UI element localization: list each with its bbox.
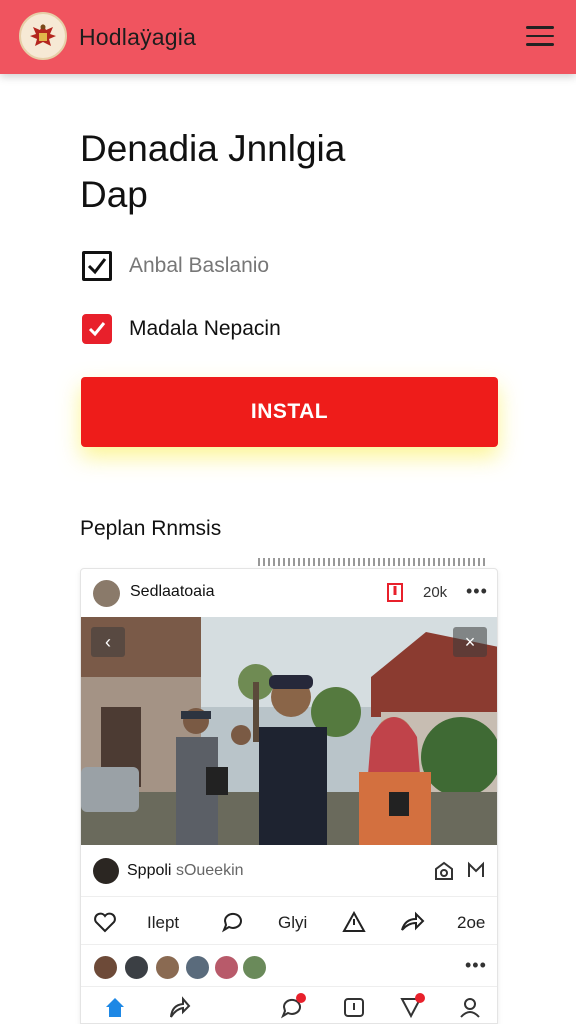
section-title: Peplan Rnmsis bbox=[80, 517, 222, 540]
post-author[interactable]: Sedlaatoaia bbox=[130, 583, 215, 601]
like-label[interactable]: Ilept bbox=[147, 913, 179, 933]
heart-icon[interactable] bbox=[93, 911, 117, 938]
comment-icon[interactable] bbox=[221, 911, 245, 938]
page-title: Denadia Jnnlgia Dap bbox=[80, 126, 500, 218]
post-card: Sedlaatoaia 20k ••• ‹ × Sppoli sOueekin … bbox=[80, 568, 498, 1024]
avatar[interactable] bbox=[155, 955, 180, 980]
action-row: Ilept Glyi 2oe bbox=[81, 899, 497, 945]
sticker-icon[interactable] bbox=[433, 860, 455, 887]
profile-icon[interactable] bbox=[458, 995, 482, 1023]
checkbox-checked-icon[interactable] bbox=[82, 251, 112, 281]
bottom-nav bbox=[81, 989, 497, 1023]
send-icon[interactable] bbox=[399, 993, 425, 1023]
close-icon[interactable]: × bbox=[453, 627, 487, 657]
home-icon[interactable] bbox=[103, 995, 127, 1023]
post-header: Sedlaatoaia 20k ••• bbox=[81, 569, 497, 617]
comment-row: Sppoli sOueekin bbox=[81, 845, 497, 897]
option-label-2: Madala Nepacin bbox=[129, 317, 281, 340]
commenter-name: Sppoli sOueekin bbox=[127, 862, 244, 880]
bookmark-icon[interactable] bbox=[386, 583, 404, 608]
commenter-sub: sOueekin bbox=[175, 862, 244, 879]
alert-icon[interactable] bbox=[342, 995, 366, 1023]
avatar[interactable] bbox=[124, 955, 149, 980]
avatar[interactable] bbox=[185, 955, 210, 980]
avatar[interactable] bbox=[242, 955, 267, 980]
page-title-line-2: Dap bbox=[80, 174, 148, 215]
previous-arrow-icon[interactable]: ‹ bbox=[91, 627, 125, 657]
option-checkbox-2[interactable]: Madala Nepacin bbox=[82, 314, 281, 344]
avatar[interactable] bbox=[93, 858, 119, 884]
garuda-emblem-icon bbox=[19, 12, 67, 60]
share-count: 2oe bbox=[457, 913, 486, 932]
checkbox-checked-icon[interactable] bbox=[82, 314, 112, 344]
more-options-icon[interactable]: ••• bbox=[465, 955, 487, 976]
avatar[interactable] bbox=[93, 955, 118, 980]
reactions-row: ••• bbox=[81, 947, 497, 987]
app-name: Hodlaÿagia bbox=[79, 24, 197, 50]
view-count: 20k bbox=[423, 584, 448, 601]
option-label-1: Anbal Baslanio bbox=[129, 254, 270, 277]
notification-badge bbox=[296, 993, 306, 1003]
more-options-icon[interactable]: ••• bbox=[466, 581, 488, 602]
divider bbox=[258, 558, 486, 566]
top-app-bar: Hodlaÿagia bbox=[0, 0, 576, 74]
install-button[interactable]: INSTAL bbox=[81, 377, 498, 447]
chat-icon[interactable] bbox=[280, 993, 306, 1023]
avatar[interactable] bbox=[214, 955, 239, 980]
mail-icon[interactable] bbox=[466, 860, 486, 885]
avatar[interactable] bbox=[93, 580, 120, 607]
notification-badge bbox=[415, 993, 425, 1003]
share-label[interactable]: Glyi bbox=[278, 913, 307, 933]
hamburger-menu-icon[interactable] bbox=[526, 26, 554, 48]
share-arrow-icon[interactable] bbox=[399, 911, 425, 938]
option-checkbox-1[interactable]: Anbal Baslanio bbox=[82, 251, 269, 281]
forward-arrow-icon[interactable] bbox=[167, 995, 191, 1023]
page-title-line-1: Denadia Jnnlgia bbox=[80, 128, 346, 169]
post-photo[interactable]: ‹ × bbox=[81, 617, 497, 845]
commenter-name-text: Sppoli bbox=[127, 862, 172, 879]
warning-icon[interactable] bbox=[342, 910, 366, 938]
